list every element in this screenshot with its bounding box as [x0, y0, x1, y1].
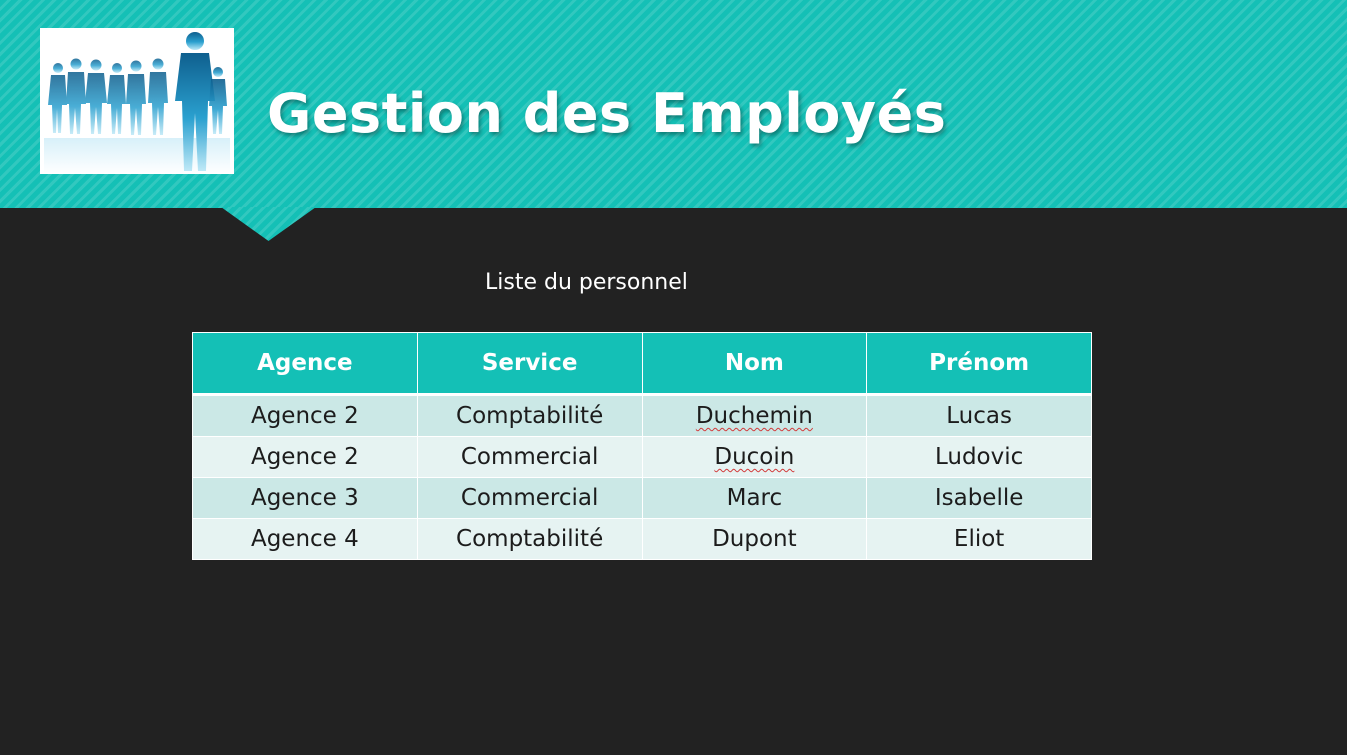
column-header-service: Service	[416, 332, 643, 396]
title-banner-notch	[221, 207, 316, 241]
cell-nom: Duchemin	[641, 394, 868, 437]
cell-prenom: Lucas	[866, 394, 1092, 437]
employee-table: Agence Service Nom Prénom Agence 2 Compt…	[192, 332, 1092, 560]
cell-nom: Marc	[641, 477, 868, 519]
cell-agence: Agence 2	[192, 436, 418, 478]
cell-prenom: Eliot	[866, 518, 1092, 560]
cell-service: Commercial	[416, 436, 643, 478]
people-silhouettes-icon	[40, 28, 234, 174]
cell-nom-text: Duchemin	[695, 403, 813, 429]
column-header-prenom: Prénom	[866, 332, 1092, 396]
table-caption: Liste du personnel	[485, 270, 688, 295]
page-title: Gestion des Employés	[267, 82, 947, 145]
cell-agence: Agence 3	[192, 477, 418, 519]
cell-nom: Dupont	[641, 518, 868, 560]
column-header-nom: Nom	[641, 332, 868, 396]
table-row: Agence 2 Comptabilité Duchemin Lucas	[192, 394, 1092, 437]
table-row: Agence 3 Commercial Marc Isabelle	[192, 477, 1092, 519]
column-header-agence: Agence	[192, 332, 418, 396]
table-row: Agence 4 Comptabilité Dupont Eliot	[192, 518, 1092, 560]
table-row: Agence 2 Commercial Ducoin Ludovic	[192, 436, 1092, 478]
slide: Gestion des Employés Liste du personnel …	[0, 0, 1347, 755]
cell-prenom: Isabelle	[866, 477, 1092, 519]
cell-nom: Ducoin	[641, 436, 868, 478]
cell-nom-text: Ducoin	[714, 444, 795, 470]
cell-agence: Agence 4	[192, 518, 418, 560]
cell-prenom: Ludovic	[866, 436, 1092, 478]
cell-agence: Agence 2	[192, 394, 418, 437]
cell-service: Comptabilité	[416, 518, 643, 560]
cell-service: Comptabilité	[416, 394, 643, 437]
cell-service: Commercial	[416, 477, 643, 519]
table-header-row: Agence Service Nom Prénom	[192, 332, 1092, 396]
